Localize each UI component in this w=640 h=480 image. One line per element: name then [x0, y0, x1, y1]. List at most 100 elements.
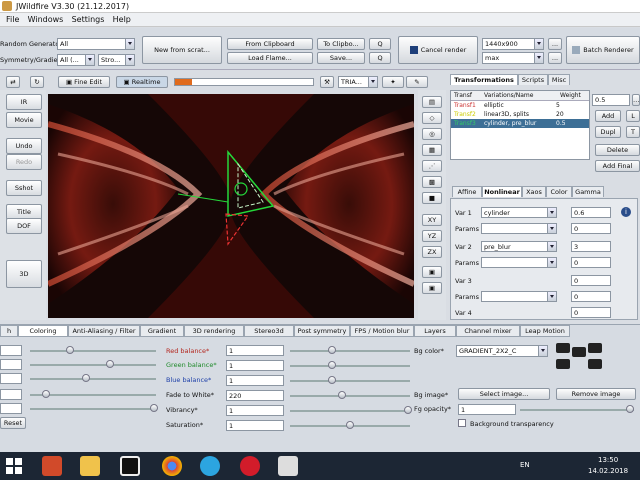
- file-explorer-icon[interactable]: [80, 456, 100, 476]
- yz-button[interactable]: YZ: [422, 230, 442, 242]
- language-indicator[interactable]: EN: [520, 461, 530, 469]
- gradient-select[interactable]: GRADIENT_2X2_C: [456, 345, 548, 357]
- view-icon-9[interactable]: ▣: [422, 282, 442, 294]
- stroke-select[interactable]: Stro...: [98, 54, 135, 66]
- green-balance-field[interactable]: 1: [226, 360, 284, 371]
- tab-anti-aliasing[interactable]: Anti-Aliasing / Filter: [68, 325, 140, 337]
- resolution-select[interactable]: 1440x900: [482, 38, 544, 50]
- 3d-button[interactable]: 3D: [6, 260, 42, 288]
- tab-transformations[interactable]: Transformations: [450, 74, 518, 85]
- green-balance-slider[interactable]: [290, 365, 410, 367]
- params2-value[interactable]: 0: [571, 257, 611, 268]
- fade-to-white-slider[interactable]: [290, 395, 410, 397]
- fg-opacity-slider[interactable]: [520, 409, 634, 411]
- tab-post-symmetry[interactable]: Post symmetry: [294, 325, 350, 337]
- params2-select[interactable]: [481, 257, 557, 268]
- bg-transparency-checkbox[interactable]: [458, 419, 466, 427]
- var2-amount[interactable]: 3: [571, 241, 611, 252]
- left-slider-3-knob[interactable]: [82, 374, 90, 382]
- menu-windows[interactable]: Windows: [28, 15, 64, 24]
- left-slider-1[interactable]: [30, 350, 156, 352]
- menu-help[interactable]: Help: [113, 15, 131, 24]
- java-icon[interactable]: [278, 456, 298, 476]
- params3-value[interactable]: 0: [571, 291, 611, 302]
- resolution-dots-button[interactable]: ...: [548, 38, 562, 50]
- select-image-button[interactable]: Select image...: [458, 388, 550, 400]
- red-balance-slider[interactable]: [290, 350, 410, 352]
- tool-icon[interactable]: ⚒: [320, 76, 334, 88]
- tab-affine[interactable]: Affine: [452, 186, 482, 197]
- view-icon-6[interactable]: ▩: [422, 176, 442, 188]
- vibrancy-knob[interactable]: [404, 406, 412, 414]
- color-icon[interactable]: ✦: [382, 76, 404, 88]
- tab-3d-rendering[interactable]: 3D rendering: [184, 325, 244, 337]
- left-slider-1-knob[interactable]: [66, 346, 74, 354]
- screenshot-button[interactable]: Sshot: [6, 180, 42, 196]
- var1-amount[interactable]: 0.6: [571, 207, 611, 218]
- view-icon-2[interactable]: ◇: [422, 112, 442, 124]
- left-slider-3[interactable]: [30, 378, 156, 380]
- saturation-knob[interactable]: [346, 421, 354, 429]
- left-field-1[interactable]: [0, 345, 22, 356]
- add-button[interactable]: Add: [595, 110, 621, 122]
- undo-button[interactable]: Undo: [6, 138, 42, 154]
- left-slider-5-knob[interactable]: [150, 404, 158, 412]
- left-slider-4-knob[interactable]: [42, 390, 50, 398]
- add-final-button[interactable]: Add Final: [595, 160, 640, 172]
- params1-value[interactable]: 0: [571, 223, 611, 234]
- weight-spinner[interactable]: 0.5: [592, 94, 630, 106]
- from-clipboard-button[interactable]: From Clipboard: [227, 38, 313, 50]
- save-button[interactable]: Save...: [317, 52, 365, 64]
- table-row[interactable]: Transf3 cylinder, pre_blur 0.5: [451, 119, 589, 128]
- tab-stereo3d[interactable]: Stereo3d: [244, 325, 294, 337]
- left-slider-5[interactable]: [30, 408, 156, 410]
- tab-fps-motion-blur[interactable]: FPS / Motion blur: [350, 325, 414, 337]
- symmetry-select[interactable]: All (...: [57, 54, 95, 66]
- vibrancy-slider[interactable]: [290, 410, 410, 412]
- cancel-render-button[interactable]: Cancel render: [398, 36, 478, 64]
- tab-xaos[interactable]: Xaos: [522, 186, 546, 197]
- table-row[interactable]: Transf1 elliptic 5: [451, 101, 589, 110]
- start-icon[interactable]: [6, 458, 22, 474]
- left-field-5[interactable]: [0, 403, 22, 414]
- random-generator-select[interactable]: All: [57, 38, 135, 50]
- to-clipboard-button[interactable]: To Clipbo...: [317, 38, 365, 50]
- tab-hidden[interactable]: h: [0, 325, 18, 337]
- load-flame-button[interactable]: Load Flame...: [227, 52, 313, 64]
- remove-image-button[interactable]: Remove image: [556, 388, 636, 400]
- blue-balance-slider[interactable]: [290, 380, 410, 382]
- info-icon[interactable]: i: [621, 207, 631, 217]
- var1-select[interactable]: cylinder: [481, 207, 557, 218]
- new-from-scratch-button[interactable]: New from scrat...: [142, 36, 222, 64]
- flame-preview-canvas[interactable]: [48, 94, 414, 318]
- tab-nonlinear[interactable]: Nonlinear: [482, 186, 522, 197]
- fade-to-white-field[interactable]: 220: [226, 390, 284, 401]
- tab-channel-mixer[interactable]: Channel mixer: [456, 325, 520, 337]
- duplicate-button[interactable]: Dupl: [595, 126, 621, 138]
- tab-gradient[interactable]: Gradient: [140, 325, 184, 337]
- quality-select[interactable]: max: [482, 52, 544, 64]
- fade-to-white-knob[interactable]: [338, 391, 346, 399]
- save-extra-button[interactable]: Q: [369, 52, 391, 64]
- opera-icon[interactable]: [240, 456, 260, 476]
- xy-button[interactable]: XY: [422, 214, 442, 226]
- delete-button[interactable]: Delete: [595, 144, 640, 156]
- bg-color-swatches[interactable]: [556, 343, 602, 373]
- left-field-2[interactable]: [0, 359, 22, 370]
- red-balance-field[interactable]: 1: [226, 345, 284, 356]
- rotate-icon[interactable]: ↻: [30, 76, 44, 88]
- menu-file[interactable]: File: [6, 15, 19, 24]
- toolbar-toggle-button[interactable]: ⇄: [6, 76, 20, 88]
- chrome-icon[interactable]: [162, 456, 182, 476]
- view-icon-8[interactable]: ▣: [422, 266, 442, 278]
- var3-amount[interactable]: 0: [571, 275, 611, 286]
- t-button[interactable]: T: [626, 126, 640, 138]
- quality-dots-button[interactable]: ...: [548, 52, 562, 64]
- red-balance-knob[interactable]: [328, 346, 336, 354]
- view-icon-7[interactable]: ■: [422, 192, 442, 204]
- saturation-field[interactable]: 1: [226, 420, 284, 431]
- view-icon-1[interactable]: ▤: [422, 96, 442, 108]
- movie-button[interactable]: Movie: [6, 112, 42, 128]
- blue-balance-knob[interactable]: [328, 376, 336, 384]
- batch-renderer-button[interactable]: Batch Renderer: [566, 36, 640, 64]
